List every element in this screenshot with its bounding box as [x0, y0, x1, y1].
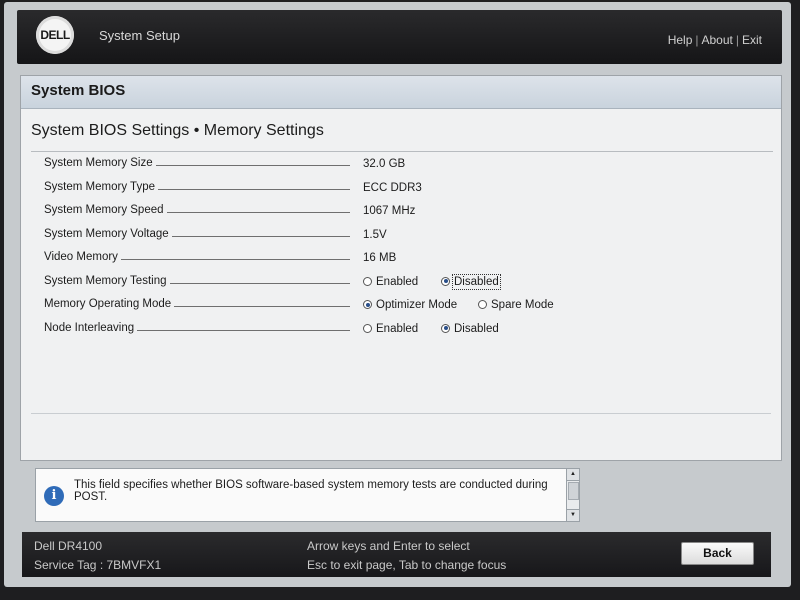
radio-unchecked-icon [363, 276, 372, 286]
setting-label: System Memory Size [44, 157, 156, 169]
footer-bar: Dell DR4100 Service Tag : 7BMVFX1 Arrow … [22, 532, 771, 577]
row-video-memory: Video Memory 16 MB [44, 248, 764, 272]
setting-label: System Memory Speed [44, 204, 167, 216]
key-hint: Arrow keys and Enter to select [307, 539, 470, 553]
row-memory-size: System Memory Size 32.0 GB [44, 154, 764, 178]
scroll-down-icon[interactable]: ▼ [567, 509, 579, 521]
row-memory-testing: System Memory Testing Enabled Disabled [44, 272, 764, 296]
radio-label: Enabled [376, 275, 419, 288]
radio-optimizer-mode[interactable]: Optimizer Mode [363, 299, 457, 311]
row-memory-operating-mode: Memory Operating Mode Optimizer Mode Spa… [44, 295, 764, 319]
setting-value: ECC DDR3 [363, 181, 422, 194]
setting-label: System Memory Voltage [44, 227, 172, 240]
divider [31, 151, 773, 152]
setting-value: 16 MB [363, 252, 397, 264]
setting-label: Video Memory [44, 251, 121, 263]
divider [31, 413, 771, 414]
row-node-interleaving: Node Interleaving Enabled Disabled [44, 319, 764, 343]
settings-panel: System BIOS System BIOS Settings • Memor… [20, 75, 782, 461]
help-link[interactable]: Help [668, 33, 693, 47]
bios-screen: DELL System Setup Help | About | Exit System… [4, 2, 791, 587]
help-scrollbar[interactable]: ▲ ▼ [566, 469, 579, 521]
radio-node-interleaving-enabled[interactable]: Enabled [363, 323, 418, 335]
radio-label: Disabled [452, 273, 501, 290]
back-button[interactable]: Back [681, 542, 754, 565]
setting-value: 1.5V [363, 228, 387, 241]
setting-label: Memory Operating Mode [44, 298, 175, 310]
row-memory-type: System Memory Type ECC DDR3 [44, 178, 764, 202]
model-name: Dell DR4100 [34, 539, 103, 553]
radio-label: Optimizer Mode [376, 299, 458, 311]
key-hints: Arrow keys and Enter to select Esc to ex… [307, 537, 506, 575]
system-info: Dell DR4100 Service Tag : 7BMVFX1 [34, 537, 161, 575]
app-title: System Setup [99, 28, 180, 43]
help-text: This field specifies whether BIOS softwa… [74, 479, 548, 503]
row-memory-speed: System Memory Speed 1067 MHz [44, 201, 764, 225]
top-bar: DELL System Setup Help | About | Exit [17, 10, 782, 64]
radio-unchecked-icon [363, 323, 372, 333]
radio-checked-icon [441, 276, 450, 286]
setting-value: 1067 MHz [363, 205, 416, 217]
radio-spare-mode[interactable]: Spare Mode [478, 299, 554, 311]
scroll-up-icon[interactable]: ▲ [567, 469, 579, 481]
setting-label: Node Interleaving [44, 321, 138, 334]
separator: | [695, 33, 699, 47]
exit-link[interactable]: Exit [742, 33, 762, 47]
radio-label: Disabled [454, 322, 499, 335]
dell-logo: DELL [36, 16, 74, 54]
radio-memory-testing-enabled[interactable]: Enabled [363, 276, 418, 288]
setting-value: 32.0 GB [363, 158, 406, 170]
scroll-thumb[interactable] [568, 482, 579, 500]
setting-label: System Memory Testing [44, 274, 170, 287]
radio-label: Spare Mode [491, 299, 554, 311]
help-box: i This field specifies whether BIOS soft… [35, 468, 580, 522]
radio-checked-icon [363, 300, 372, 309]
about-link[interactable]: About [702, 33, 733, 47]
radio-label: Enabled [376, 322, 419, 335]
settings-list: System Memory Size 32.0 GB System Memory… [44, 154, 764, 342]
radio-checked-icon [441, 323, 450, 333]
radio-unchecked-icon [478, 300, 487, 309]
panel-header: System BIOS [21, 76, 781, 109]
top-links: Help | About | Exit [668, 33, 762, 47]
info-icon: i [44, 486, 64, 506]
page-subtitle: System BIOS Settings • Memory Settings [31, 122, 324, 139]
radio-memory-testing-disabled[interactable]: Disabled [441, 273, 501, 290]
panel-title: System BIOS [31, 82, 126, 99]
key-hint: Esc to exit page, Tab to change focus [307, 558, 507, 572]
row-memory-voltage: System Memory Voltage 1.5V [44, 225, 764, 249]
setting-label: System Memory Type [44, 180, 158, 193]
service-tag: Service Tag : 7BMVFX1 [34, 558, 162, 572]
separator: | [735, 33, 739, 47]
radio-node-interleaving-disabled[interactable]: Disabled [441, 323, 499, 335]
